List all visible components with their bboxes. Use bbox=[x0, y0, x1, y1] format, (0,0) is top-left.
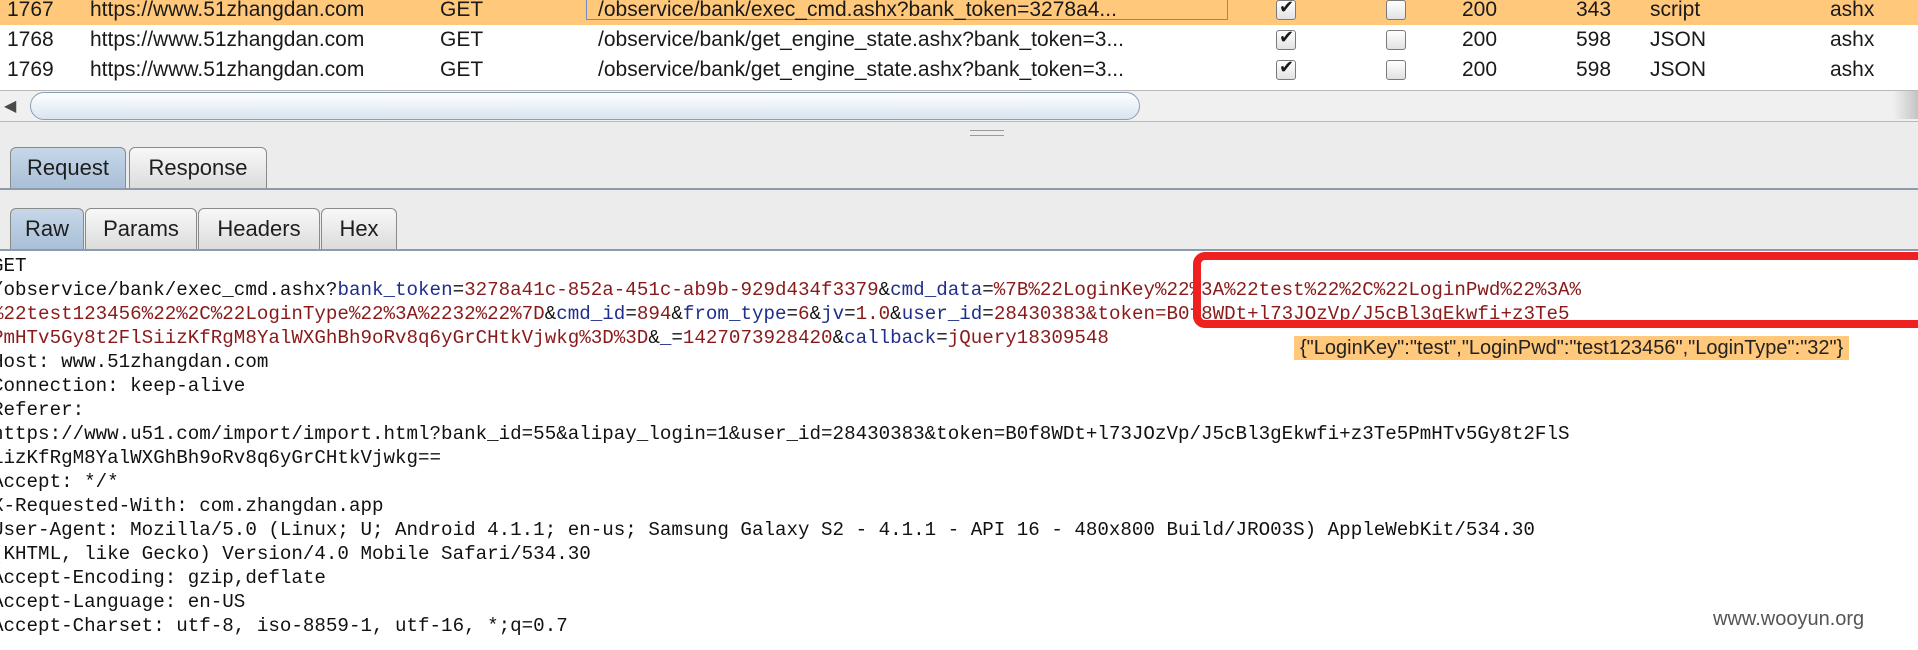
header-line: https://www.u51.com/import/import.html?b… bbox=[0, 423, 1570, 445]
row-number: 1768 bbox=[7, 28, 54, 51]
tab-hex[interactable]: Hex bbox=[321, 208, 397, 249]
header-line: Host: www.51zhangdan.com bbox=[0, 351, 269, 373]
message-view-tabbar: Raw Params Headers Hex bbox=[0, 201, 1918, 251]
request-line-continuation: PmHTv5Gy8t2FlSiizKfRgM8YalWXGhBh9oRv8q6y… bbox=[0, 326, 1109, 350]
comment-checkbox[interactable] bbox=[1386, 60, 1406, 80]
header-line: Accept: */* bbox=[0, 471, 119, 493]
param-value: %22test123456%22%2C%22LoginType%22%3A%22… bbox=[0, 303, 545, 325]
header-line: User-Agent: Mozilla/5.0 (Linux; U; Andro… bbox=[0, 519, 1535, 541]
row-status: 200 bbox=[1462, 28, 1498, 51]
row-status: 200 bbox=[1462, 58, 1498, 81]
tab-request[interactable]: Request bbox=[10, 147, 126, 188]
table-row[interactable]: 1767 https://www.51zhangdan.com GET /obs… bbox=[0, 0, 1918, 25]
row-mime: script bbox=[1650, 0, 1701, 21]
request-response-tabbar: Request Response bbox=[0, 142, 1918, 190]
param-name: user_id bbox=[901, 303, 983, 325]
param-value: PmHTv5Gy8t2FlSiizKfRgM8YalWXGhBh9oRv8q6y… bbox=[0, 327, 649, 349]
tab-raw[interactable]: Raw bbox=[10, 208, 84, 249]
param-value: jQuery18309548 bbox=[947, 327, 1109, 349]
table-row[interactable]: 1768 https://www.51zhangdan.com GET /obs… bbox=[0, 25, 1918, 55]
request-line-method: GET bbox=[0, 255, 27, 277]
header-line: Accept-Encoding: gzip,deflate bbox=[0, 567, 326, 589]
header-line: Referer: bbox=[0, 399, 85, 421]
row-length: 598 bbox=[1576, 28, 1612, 51]
row-url: /observice/bank/exec_cmd.ashx?bank_token… bbox=[598, 0, 1117, 21]
row-method: GET bbox=[440, 0, 484, 21]
row-url: /observice/bank/get_engine_state.ashx?ba… bbox=[598, 58, 1124, 81]
param-value: 894 bbox=[636, 303, 672, 325]
row-url: /observice/bank/get_engine_state.ashx?ba… bbox=[598, 28, 1124, 51]
header-line: Connection: keep-alive bbox=[0, 375, 246, 397]
tab-headers[interactable]: Headers bbox=[198, 208, 320, 249]
param-value: 1427073928420 bbox=[682, 327, 833, 349]
header-line: Accept-Charset: utf-8, iso-8859-1, utf-1… bbox=[0, 615, 568, 637]
row-extension: ashx bbox=[1830, 58, 1875, 81]
param-value: 6 bbox=[798, 303, 810, 325]
pane-splitter[interactable] bbox=[0, 122, 1918, 142]
comment-checkbox[interactable] bbox=[1386, 30, 1406, 50]
scrollbar-thumb[interactable] bbox=[30, 92, 1140, 120]
param-name: _ bbox=[659, 327, 672, 349]
row-method: GET bbox=[440, 58, 484, 81]
row-length: 343 bbox=[1576, 0, 1612, 21]
splitter-grip-icon[interactable] bbox=[970, 130, 1004, 136]
param-name: bank_token bbox=[337, 279, 453, 301]
row-length: 598 bbox=[1576, 58, 1612, 81]
row-extension: ashx bbox=[1830, 0, 1875, 21]
edited-checkbox[interactable] bbox=[1276, 0, 1296, 20]
row-mime: JSON bbox=[1650, 58, 1707, 81]
header-line: Accept-Language: en-US bbox=[0, 591, 246, 613]
row-number: 1767 bbox=[7, 0, 54, 21]
proxy-history-table: 1767 https://www.51zhangdan.com GET /obs… bbox=[0, 0, 1918, 94]
row-host: https://www.51zhangdan.com bbox=[90, 0, 365, 21]
row-extension: ashx bbox=[1830, 28, 1875, 51]
scroll-left-arrow-icon[interactable]: ◀ bbox=[4, 96, 16, 115]
horizontal-scrollbar[interactable]: ◀ bbox=[0, 90, 1918, 122]
row-number: 1769 bbox=[7, 58, 54, 81]
header-line: iizKfRgM8YalWXGhBh9oRv8q6yGrCHtkVjwkg== bbox=[0, 447, 442, 469]
scroll-right-edge bbox=[1893, 91, 1918, 119]
request-path: /observice/bank/exec_cmd.ashx? bbox=[0, 279, 338, 301]
edited-checkbox[interactable] bbox=[1276, 57, 1296, 80]
param-name: cmd_data bbox=[890, 279, 983, 301]
tab-response[interactable]: Response bbox=[129, 147, 267, 188]
watermark: www.wooyun.org bbox=[1713, 608, 1865, 630]
table-row[interactable]: 1769 https://www.51zhangdan.com GET /obs… bbox=[0, 55, 1918, 85]
comment-checkbox[interactable] bbox=[1386, 0, 1406, 20]
row-mime: JSON bbox=[1650, 28, 1707, 51]
param-value: 1.0 bbox=[855, 303, 891, 325]
row-status: 200 bbox=[1462, 0, 1498, 21]
edited-checkbox[interactable] bbox=[1276, 27, 1296, 50]
tab-params[interactable]: Params bbox=[85, 208, 197, 249]
param-name: callback bbox=[844, 327, 937, 349]
row-host: https://www.51zhangdan.com bbox=[90, 58, 365, 81]
highlight-annotation-box bbox=[1193, 252, 1918, 328]
row-method: GET bbox=[440, 28, 484, 51]
decoded-value-tooltip: {"LoginKey":"test","LoginPwd":"test12345… bbox=[1294, 336, 1850, 360]
tabbar-gap bbox=[0, 190, 1918, 201]
param-name: jv bbox=[821, 303, 845, 325]
header-line: X-Requested-With: com.zhangdan.app bbox=[0, 495, 384, 517]
row-host: https://www.51zhangdan.com bbox=[90, 28, 365, 51]
param-name: from_type bbox=[682, 303, 787, 325]
param-value: 3278a41c-852a-451c-ab9b-929d434f3379 bbox=[464, 279, 879, 301]
header-line: (KHTML, like Gecko) Version/4.0 Mobile S… bbox=[0, 543, 591, 565]
param-name: cmd_id bbox=[556, 303, 626, 325]
